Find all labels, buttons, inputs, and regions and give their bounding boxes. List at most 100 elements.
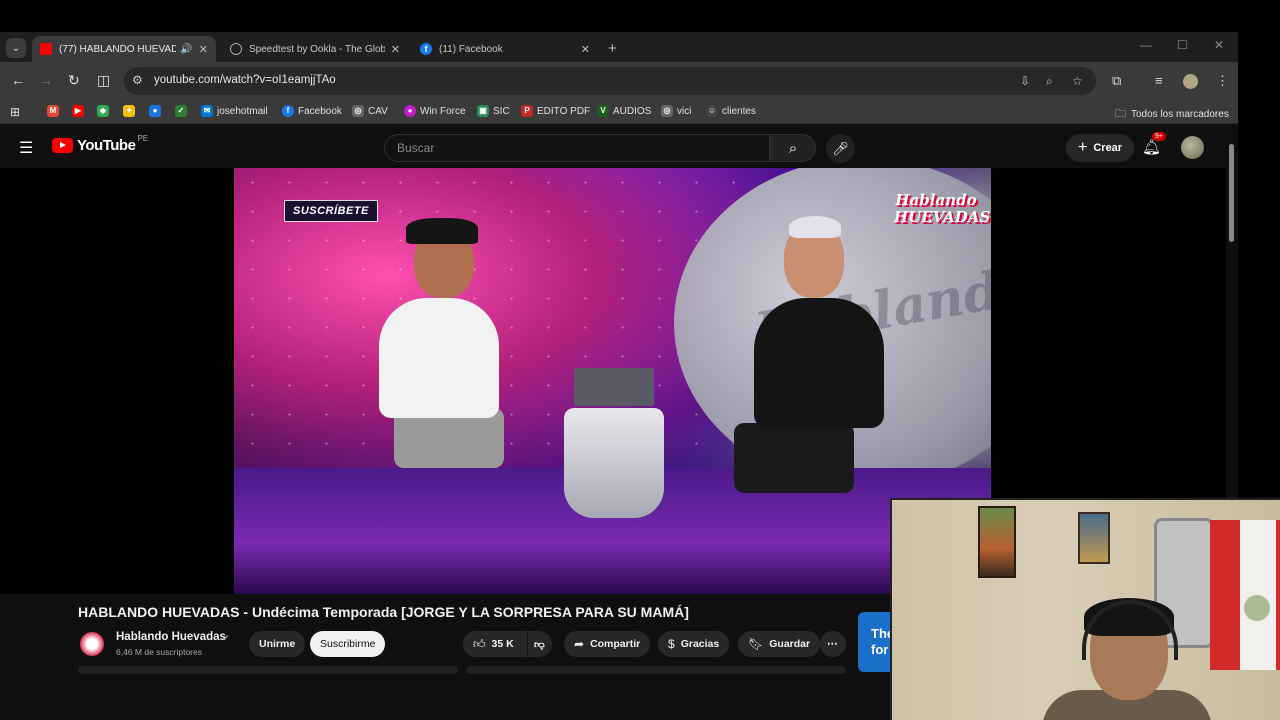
bookmark-clientes[interactable]: ☺ clientes xyxy=(706,105,756,117)
menu-hamburger-icon[interactable]: ☰ xyxy=(19,138,33,158)
bookmark-label: AUDIOS xyxy=(613,105,652,117)
media-controls-icon[interactable]: ≡ xyxy=(1155,73,1163,88)
bookmark-label: vici xyxy=(677,105,692,117)
bookmark-maps[interactable]: ◆ xyxy=(97,105,113,117)
channel-avatar[interactable] xyxy=(80,632,104,656)
reload-icon[interactable]: ↻ xyxy=(68,72,80,89)
bookmark-facebook[interactable]: f Facebook xyxy=(282,105,342,117)
split-view-icon[interactable]: ◫ xyxy=(97,72,110,89)
site-icon: ● xyxy=(149,105,161,117)
audio-playing-icon[interactable]: 🔊 xyxy=(180,44,192,55)
scrollbar-thumb[interactable] xyxy=(1229,144,1234,242)
youtube-icon: ▶ xyxy=(72,105,84,117)
youtube-logo[interactable]: YouTube PE xyxy=(52,134,149,154)
all-bookmarks-folder[interactable]: 🗀 Todos los marcadores xyxy=(1115,105,1229,124)
globe-icon: ◎ xyxy=(352,105,364,117)
bookmark-label: Todos los marcadores xyxy=(1131,109,1229,120)
minimize-icon[interactable]: — xyxy=(1140,38,1152,52)
outlook-icon: ✉ xyxy=(201,105,213,117)
bookmark-vici[interactable]: ◎ vici xyxy=(661,105,691,117)
menu-kebab-icon[interactable]: ⋮ xyxy=(1216,73,1229,89)
speedtest-favicon-icon xyxy=(230,43,242,55)
address-bar[interactable]: ⚙ youtube.com/watch?v=oI1eamjjTAo ⇩ ⌕ ☆ xyxy=(124,67,1096,95)
close-window-icon[interactable]: ✕ xyxy=(1214,38,1224,52)
site-info-icon[interactable]: ⚙ xyxy=(132,73,143,87)
voice-search-button[interactable]: 🎤︎ xyxy=(826,134,855,163)
search-icon: ⌕ xyxy=(788,139,798,157)
subscribe-label: Suscribirme xyxy=(320,638,376,650)
zoom-icon[interactable]: ⌕ xyxy=(1046,74,1053,89)
video-frame-table xyxy=(564,408,664,518)
search-button[interactable]: ⌕ xyxy=(770,134,816,162)
account-avatar[interactable] xyxy=(1181,136,1204,159)
bookmark-site[interactable]: ● xyxy=(149,105,165,117)
join-button[interactable]: Unirme xyxy=(249,631,306,657)
share-button[interactable]: ➦ Compartir xyxy=(564,631,651,657)
tab-youtube[interactable]: (77) HABLANDO HUEVADAS 🔊 ✕ xyxy=(32,36,216,62)
channel-name[interactable]: Hablando Huevadas xyxy=(116,631,226,643)
search-box[interactable] xyxy=(384,134,770,162)
bookmark-gmail[interactable]: M xyxy=(47,105,63,117)
tab-search-button[interactable]: ⌄ xyxy=(6,38,26,58)
video-frame-host-right xyxy=(789,216,841,238)
bookmark-cav[interactable]: ◎ CAV xyxy=(352,105,388,117)
bookmark-label: Win Force xyxy=(420,105,466,117)
join-label: Unirme xyxy=(259,638,296,650)
thanks-button[interactable]: $ Gracias xyxy=(658,631,730,657)
bookmark-audios[interactable]: V AUDIOS xyxy=(597,105,651,117)
wall-picture xyxy=(1078,512,1110,564)
plus-icon: + xyxy=(1078,139,1088,156)
video-frame-laptop xyxy=(574,368,654,406)
bookmark-check[interactable]: ✓ xyxy=(175,105,191,117)
extensions-icon[interactable]: ⧉ xyxy=(1112,73,1121,89)
check-icon: ✓ xyxy=(175,105,187,117)
subscribe-button[interactable]: Suscribirme xyxy=(310,631,386,657)
install-app-icon[interactable]: ⇩ xyxy=(1020,74,1030,88)
bookmark-star-icon[interactable]: ☆ xyxy=(1072,74,1083,88)
maximize-icon[interactable]: ☐ xyxy=(1177,38,1188,52)
bookmark-photos[interactable]: ✦ xyxy=(123,105,139,117)
bookmark-edito-pdf[interactable]: P EDITO PDF xyxy=(521,105,590,117)
search-input[interactable] xyxy=(385,135,769,161)
webcam-overlay xyxy=(890,498,1280,720)
video-player[interactable]: Hablando SUSCRÍBETE Hablando HUEVADAS xyxy=(234,168,991,594)
profile-avatar[interactable] xyxy=(1183,74,1198,89)
tab-facebook[interactable]: f (11) Facebook ✕ xyxy=(412,36,598,62)
region-code: PE xyxy=(137,134,149,143)
tab-speedtest[interactable]: Speedtest by Ookla - The Global ✕ xyxy=(222,36,408,62)
more-actions-button[interactable]: ⋯ xyxy=(820,631,846,657)
url-text[interactable]: youtube.com/watch?v=oI1eamjjTAo xyxy=(154,74,336,86)
verified-check-icon: ✔ xyxy=(222,633,230,643)
save-button[interactable]: 🔖︎ Guardar xyxy=(738,631,821,657)
notification-count-badge: 9+ xyxy=(1152,132,1166,141)
video-frame-host-left xyxy=(406,218,478,244)
bookmark-win-force[interactable]: ● Win Force xyxy=(404,105,466,117)
apps-grid-icon[interactable]: ⊞ xyxy=(10,105,20,119)
new-tab-button[interactable]: + xyxy=(608,40,617,57)
tab-title: Speedtest by Ookla - The Global xyxy=(249,43,385,55)
subscribe-overlay-tag: SUSCRÍBETE xyxy=(284,200,378,222)
forward-arrow-icon[interactable]: → xyxy=(39,72,53,88)
audios-icon: V xyxy=(597,105,609,117)
close-tab-icon[interactable]: ✕ xyxy=(391,43,400,56)
show-logo-overlay: Hablando HUEVADAS xyxy=(894,191,991,226)
youtube-header: ☰ YouTube PE ⌕ 🎤︎ +Crear 🔔︎ 9+ xyxy=(0,128,1238,168)
thanks-dollar-icon: $ xyxy=(668,637,675,651)
clientes-icon: ☺ xyxy=(706,105,718,117)
microphone-icon: 🎤︎ xyxy=(832,140,849,156)
subscriber-count: 6,46 M de suscriptores xyxy=(116,647,202,657)
close-tab-icon[interactable]: ✕ xyxy=(581,43,590,56)
bookmark-josehotmail[interactable]: ✉ josehotmail xyxy=(201,105,268,117)
close-tab-icon[interactable]: ✕ xyxy=(199,43,208,56)
like-button[interactable]: 👍︎ 35 K xyxy=(463,631,527,657)
wall-picture xyxy=(978,506,1016,578)
create-button[interactable]: + Crear xyxy=(1066,134,1135,162)
bookmark-sic[interactable]: ▣ SIC xyxy=(477,105,510,117)
tab-title: (77) HABLANDO HUEVADAS xyxy=(59,43,177,55)
back-arrow-icon[interactable]: ← xyxy=(11,72,25,88)
facebook-icon: f xyxy=(282,105,294,117)
comments-box[interactable] xyxy=(466,666,846,674)
description-box[interactable] xyxy=(78,666,458,674)
tab-title: (11) Facebook xyxy=(439,43,503,55)
bookmark-youtube[interactable]: ▶ xyxy=(72,105,88,117)
